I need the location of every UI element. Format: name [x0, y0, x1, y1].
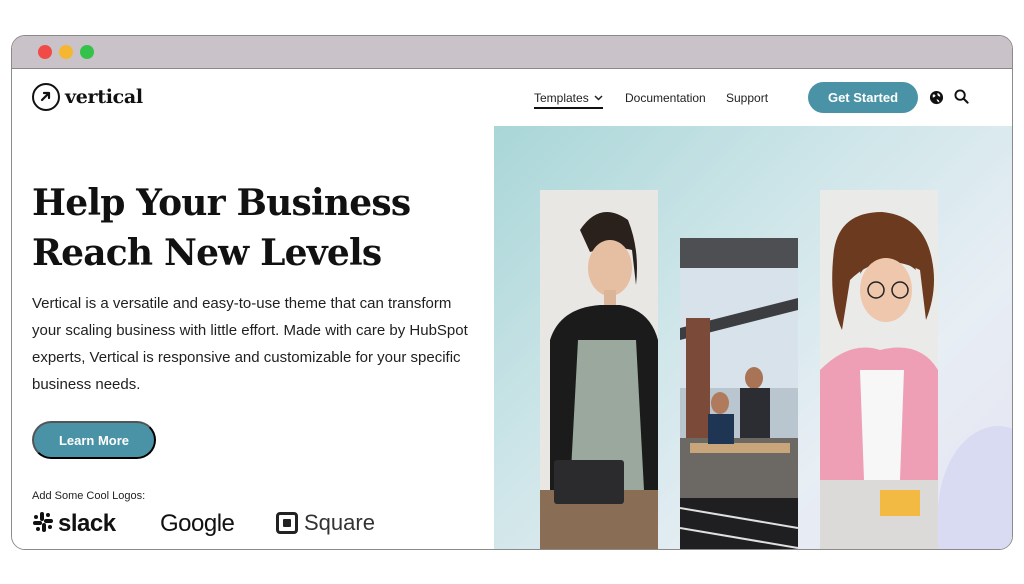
photo-woman-laptop	[540, 190, 658, 549]
website: vertical Templates Documentation Support…	[12, 70, 1012, 549]
hero-description: Vertical is a versatile and easy-to-use …	[32, 295, 468, 393]
photo-woman-writing	[820, 190, 938, 549]
arrow-logo-icon	[32, 83, 60, 111]
slack-logo: slack	[32, 510, 116, 538]
maximize-window-button[interactable]	[80, 45, 94, 59]
slack-wordmark: slack	[58, 510, 116, 537]
minimize-window-button[interactable]	[59, 45, 73, 59]
hero-image	[494, 126, 1012, 549]
close-window-button[interactable]	[38, 45, 52, 59]
google-wordmark: Google	[160, 510, 235, 537]
google-logo: Google	[160, 510, 235, 538]
nav-support[interactable]: Support	[726, 91, 768, 105]
globe-icon[interactable]	[929, 90, 944, 110]
browser-window: vertical Templates Documentation Support…	[11, 35, 1013, 550]
search-icon[interactable]	[954, 89, 969, 109]
window-titlebar	[12, 36, 1012, 69]
chevron-down-icon	[594, 93, 603, 104]
brand-name: vertical	[65, 86, 143, 108]
hero-title-line-1: Help Your Business	[32, 182, 411, 224]
nav-templates-label: Templates	[534, 91, 589, 105]
hero-title-line-2: Reach New Levels	[32, 232, 382, 274]
photo-office-team	[680, 238, 798, 549]
decorative-shape	[938, 426, 1012, 549]
slack-icon	[32, 511, 54, 538]
get-started-button[interactable]: Get Started	[808, 82, 918, 113]
nav-documentation[interactable]: Documentation	[625, 91, 706, 105]
square-icon	[276, 512, 298, 534]
square-wordmark: Square	[304, 510, 375, 535]
logos-label: Add Some Cool Logos:	[32, 490, 146, 502]
brand-logo[interactable]: vertical	[32, 83, 143, 111]
hero-title: Help Your Business Reach New Levels	[32, 178, 452, 278]
square-logo: Square	[276, 510, 375, 536]
nav-templates[interactable]: Templates	[534, 91, 603, 109]
learn-more-button[interactable]: Learn More	[32, 421, 156, 459]
